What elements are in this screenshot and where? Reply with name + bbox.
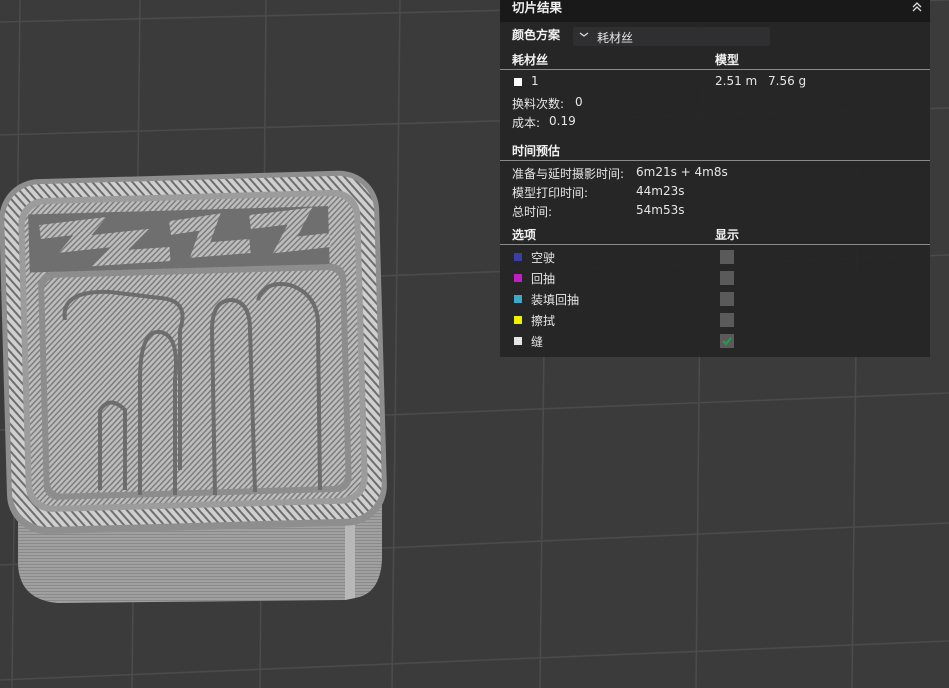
- divider: [500, 160, 930, 161]
- filament-color-swatch: [514, 78, 522, 86]
- filament-header: 耗材丝: [512, 53, 549, 67]
- total-time-label: 总时间:: [512, 205, 553, 219]
- cost-label: 成本:: [512, 116, 541, 130]
- filament-id: 1: [531, 74, 539, 88]
- color-scheme-dropdown[interactable]: 耗材丝: [573, 27, 770, 46]
- filament-weight: 7.56 g: [768, 74, 807, 88]
- color-scheme-label: 颜色方案: [512, 28, 561, 42]
- travel-visibility-checkbox[interactable]: [720, 250, 734, 264]
- print-time-value: 44m23s: [636, 184, 685, 198]
- chevron-down-icon: [579, 32, 589, 37]
- seam-color-swatch: [514, 337, 522, 345]
- options-header: 选项: [512, 228, 537, 242]
- change-count-label: 换料次数:: [512, 97, 565, 111]
- wipe-color-swatch: [514, 316, 522, 324]
- change-count-value: 0: [575, 95, 583, 109]
- option-label: 装填回抽: [531, 293, 580, 307]
- slice-results-panel: 切片结果 颜色方案 耗材丝 耗材丝 模型 1 2.51 m 7.56 g 换料次…: [500, 0, 930, 357]
- travel-color-swatch: [514, 253, 522, 261]
- deretract-color-swatch: [514, 295, 522, 303]
- deretract-visibility-checkbox[interactable]: [720, 292, 734, 306]
- divider: [500, 244, 930, 245]
- display-header: 显示: [715, 228, 740, 242]
- cost-value: 0.19: [549, 114, 576, 128]
- filament-length: 2.51 m: [715, 74, 758, 88]
- panel-header: 切片结果: [500, 0, 930, 22]
- prep-time-value: 6m21s + 4m8s: [636, 165, 728, 179]
- print-time-label: 模型打印时间:: [512, 186, 589, 200]
- option-label: 缝: [531, 335, 544, 349]
- retract-visibility-checkbox[interactable]: [720, 271, 734, 285]
- check-icon: [722, 337, 732, 346]
- prep-time-label: 准备与延时摄影时间:: [512, 167, 625, 181]
- divider: [500, 69, 930, 70]
- sliced-model[interactable]: [0, 170, 388, 603]
- time-estimate-header: 时间预估: [512, 144, 561, 158]
- option-label: 空驶: [531, 251, 556, 265]
- option-label: 回抽: [531, 272, 556, 286]
- option-label: 擦拭: [531, 314, 556, 328]
- total-time-value: 54m53s: [636, 203, 685, 217]
- seam-visibility-checkbox[interactable]: [720, 334, 734, 348]
- panel-title: 切片结果: [512, 0, 563, 15]
- retract-color-swatch: [514, 274, 522, 282]
- model-header: 模型: [715, 53, 740, 67]
- wipe-visibility-checkbox[interactable]: [720, 313, 734, 327]
- color-scheme-value: 耗材丝: [597, 31, 634, 45]
- double-chevron-up-icon[interactable]: [908, 0, 926, 16]
